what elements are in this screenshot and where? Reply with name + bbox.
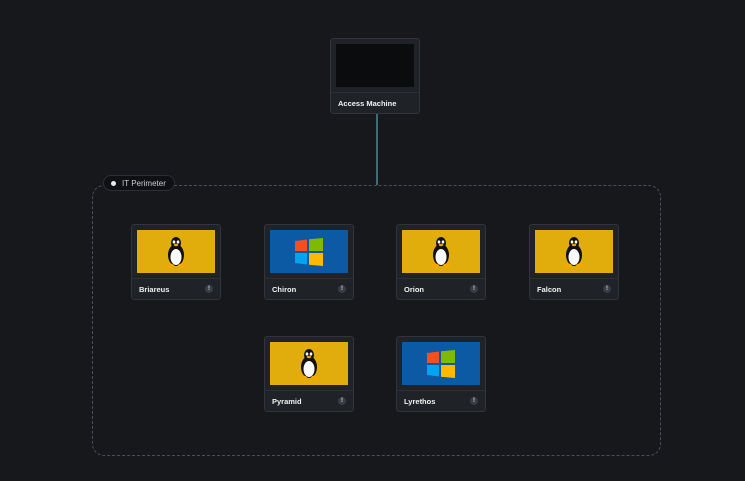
machine-card-pyramid[interactable]: Pyramid ! [264, 336, 354, 412]
perimeter-label[interactable]: IT Perimeter [103, 175, 175, 191]
machine-footer: Orion ! [397, 278, 485, 299]
info-icon[interactable]: ! [603, 285, 611, 293]
machine-screen [535, 230, 613, 273]
info-icon[interactable]: ! [470, 397, 478, 405]
perimeter-dot-icon [111, 180, 116, 186]
machine-card-lyrethos[interactable]: Lyrethos ! [396, 336, 486, 412]
machine-name: Falcon [537, 284, 562, 294]
machine-name: Orion [404, 284, 424, 294]
tux-penguin-icon [166, 236, 186, 267]
perimeter-label-text: IT Perimeter [122, 178, 166, 188]
machine-footer: Pyramid ! [265, 390, 353, 411]
machine-footer: Chiron ! [265, 278, 353, 299]
machine-footer: Falcon ! [530, 278, 618, 299]
machine-name: Pyramid [272, 396, 302, 406]
windows-logo-icon [427, 349, 455, 378]
tux-penguin-icon [564, 236, 584, 267]
machine-screen [137, 230, 215, 273]
machine-footer: Access Machine [331, 92, 419, 113]
machine-card-briareus[interactable]: Briareus ! [131, 224, 221, 300]
access-machine-card[interactable]: Access Machine [330, 38, 420, 114]
machine-card-chiron[interactable]: Chiron ! [264, 224, 354, 300]
machine-name: Access Machine [338, 98, 397, 108]
machine-screen [402, 230, 480, 273]
machine-card-falcon[interactable]: Falcon ! [529, 224, 619, 300]
windows-logo-icon [295, 237, 323, 266]
machine-footer: Lyrethos ! [397, 390, 485, 411]
machine-card-orion[interactable]: Orion ! [396, 224, 486, 300]
info-icon[interactable]: ! [338, 285, 346, 293]
machine-name: Briareus [139, 284, 170, 294]
machine-name: Chiron [272, 284, 297, 294]
info-icon[interactable]: ! [205, 285, 213, 293]
connection-line [376, 112, 378, 185]
machine-screen [402, 342, 480, 385]
machine-name: Lyrethos [404, 396, 436, 406]
tux-penguin-icon [299, 348, 319, 379]
access-machine-screen [336, 44, 414, 87]
machine-screen [270, 342, 348, 385]
network-map: Access Machine IT Perimeter Briareus ! C… [0, 0, 745, 481]
machine-screen [270, 230, 348, 273]
machine-footer: Briareus ! [132, 278, 220, 299]
info-icon[interactable]: ! [338, 397, 346, 405]
info-icon[interactable]: ! [470, 285, 478, 293]
tux-penguin-icon [431, 236, 451, 267]
